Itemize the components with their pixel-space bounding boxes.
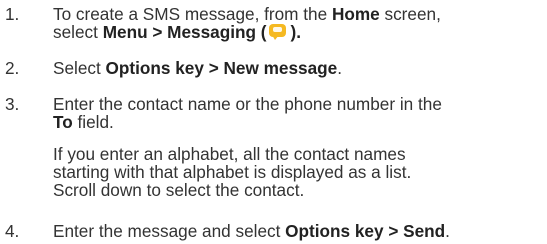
note-line: If you enter an alphabet, all the contac…: [53, 144, 406, 164]
step-number: 1.: [5, 4, 20, 24]
text: Enter the message and select: [53, 221, 286, 241]
step-text: Enter the message and select Options key…: [53, 222, 547, 240]
text: screen,: [379, 4, 441, 24]
bold-text: Menu > Messaging (: [102, 22, 267, 42]
text: .: [337, 58, 342, 78]
step-line: Select Options key > New message.: [53, 59, 547, 77]
step-line: select Menu > Messaging ().: [53, 23, 547, 41]
text: To create a SMS message, from the: [53, 4, 332, 24]
note-line: Scroll down to select the contact.: [53, 180, 305, 200]
text: field.: [72, 112, 114, 132]
text: .: [445, 221, 450, 241]
bold-text: Home: [331, 4, 380, 24]
note-line: starting with that alphabet is displayed…: [53, 162, 412, 182]
text: Select: [53, 58, 106, 78]
bold-text: ).: [290, 22, 301, 42]
bold-text: To: [53, 112, 73, 132]
bold-text: Options key > New message: [105, 58, 338, 78]
step-line: To create a SMS message, from the Home s…: [53, 5, 547, 23]
step-line: Enter the message and select Options key…: [53, 222, 547, 240]
step-number: 4.: [5, 221, 20, 241]
step-number: 2.: [5, 58, 20, 78]
step-line: To field.: [53, 113, 547, 131]
step-text: To create a SMS message, from the Home s…: [53, 5, 547, 41]
step-line: Enter the contact name or the phone numb…: [53, 94, 442, 114]
step-text: Enter the contact name or the phone numb…: [53, 95, 547, 199]
messaging-icon: [268, 23, 288, 41]
step-number: 3.: [5, 94, 20, 114]
bold-text: Options key > Send: [285, 221, 446, 241]
text: select: [53, 22, 103, 42]
step-text: Select Options key > New message.: [53, 59, 547, 77]
